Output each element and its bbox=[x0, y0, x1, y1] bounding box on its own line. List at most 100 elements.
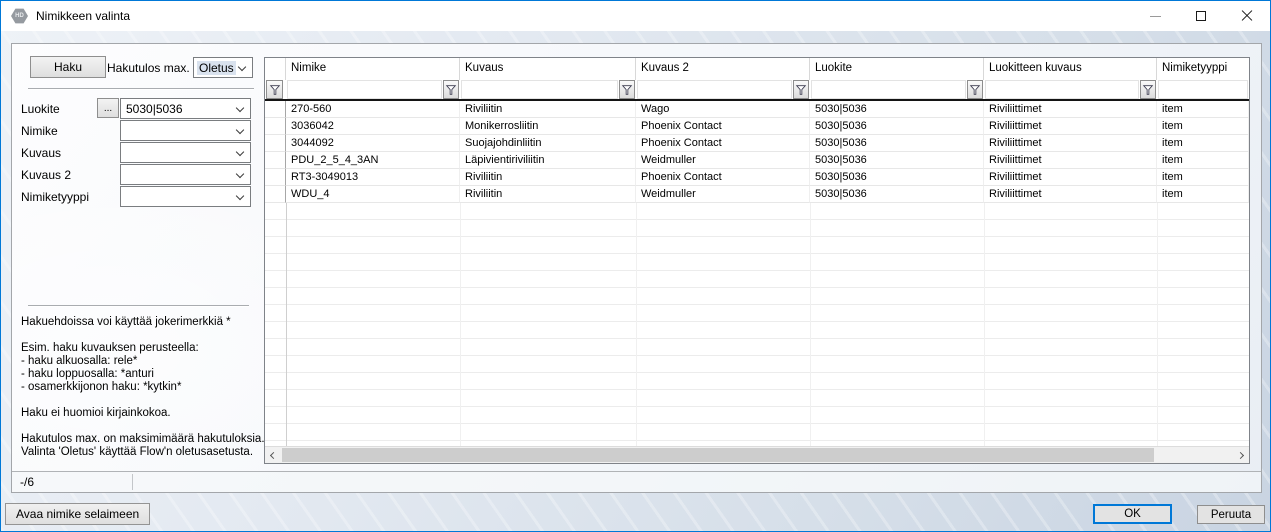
luokite-value: 5030|5036 bbox=[124, 102, 185, 116]
hakutulos-max-value: Oletus bbox=[197, 61, 236, 75]
haku-button[interactable]: Haku bbox=[30, 56, 106, 78]
maximize-button[interactable] bbox=[1178, 1, 1224, 31]
chevron-down-icon bbox=[236, 126, 244, 134]
filter-funnel-button[interactable] bbox=[266, 80, 283, 99]
table-row[interactable]: WDU_4 Riviliitin Weidmuller 5030|5036 Ri… bbox=[265, 186, 1249, 203]
help-line bbox=[21, 329, 261, 342]
row-indicator-header bbox=[265, 58, 286, 80]
table-row[interactable]: 3044092 Suojajohdinliitin Phoenix Contac… bbox=[265, 135, 1249, 152]
filter-cell-indicator bbox=[265, 80, 286, 99]
cell-nimiketyyppi: item bbox=[1157, 101, 1249, 118]
filter-input-nimiketyyppi[interactable] bbox=[1158, 80, 1248, 99]
column-header-kuvaus[interactable]: Kuvaus bbox=[460, 58, 636, 80]
kuvaus-select[interactable] bbox=[120, 142, 251, 163]
help-line: Esim. haku kuvauksen perusteella: bbox=[21, 342, 261, 355]
chevron-down-icon bbox=[236, 148, 244, 156]
table-row[interactable]: RT3-3049013 Riviliitin Phoenix Contact 5… bbox=[265, 169, 1249, 186]
minimize-icon bbox=[1150, 16, 1161, 17]
funnel-icon bbox=[1142, 84, 1154, 96]
filter-cell-nimiketyyppi bbox=[1157, 80, 1249, 99]
chevron-right-icon bbox=[1237, 451, 1244, 458]
nimiketyyppi-label: Nimiketyyppi bbox=[21, 190, 89, 204]
cell-nimike: 3036042 bbox=[286, 118, 460, 135]
cell-luokite: 5030|5036 bbox=[810, 101, 984, 118]
column-header-kuvaus2[interactable]: Kuvaus 2 bbox=[636, 58, 810, 80]
chevron-down-icon bbox=[238, 63, 246, 71]
help-line: - haku loppuosalla: *anturi bbox=[21, 368, 261, 381]
cell-luokite: 5030|5036 bbox=[810, 169, 984, 186]
filter-cell-nimike bbox=[286, 80, 460, 99]
filter-cell-kuvaus2 bbox=[636, 80, 810, 99]
cell-luokitteen-kuvaus: Riviliittimet bbox=[984, 135, 1157, 152]
cell-kuvaus: Monikerrosliitin bbox=[460, 118, 636, 135]
column-header-nimiketyyppi[interactable]: Nimiketyyppi bbox=[1157, 58, 1249, 80]
results-grid: Nimike Kuvaus Kuvaus 2 Luokite Luokittee… bbox=[264, 57, 1250, 464]
chevron-down-icon bbox=[236, 170, 244, 178]
cell-nimiketyyppi: item bbox=[1157, 186, 1249, 203]
filter-funnel-button[interactable] bbox=[443, 80, 459, 99]
column-header-luokitteen-kuvaus[interactable]: Luokitteen kuvaus bbox=[984, 58, 1157, 80]
filter-funnel-button[interactable] bbox=[967, 80, 983, 99]
table-row[interactable]: 270-560 Riviliitin Wago 5030|5036 Rivili… bbox=[265, 101, 1249, 118]
cancel-button[interactable]: Peruuta bbox=[1197, 505, 1265, 524]
grid-filter-row bbox=[265, 80, 1249, 101]
horizontal-scrollbar[interactable] bbox=[265, 446, 1249, 463]
scrollbar-thumb[interactable] bbox=[282, 448, 1154, 462]
luokite-browse-button[interactable]: ... bbox=[97, 98, 119, 118]
filter-input-luokitteen-kuvaus[interactable] bbox=[985, 80, 1139, 99]
row-indicator bbox=[265, 135, 286, 152]
minimize-button[interactable] bbox=[1132, 1, 1178, 31]
help-text: Hakuehdoissa voi käyttää jokerimerkkiä *… bbox=[21, 316, 261, 459]
scroll-right-button[interactable] bbox=[1232, 447, 1249, 463]
cell-kuvaus2: Phoenix Contact bbox=[636, 135, 810, 152]
help-line: Valinta 'Oletus' käyttää Flow'n oletusas… bbox=[21, 446, 261, 459]
table-row[interactable]: 3036042 Monikerrosliitin Phoenix Contact… bbox=[265, 118, 1249, 135]
close-button[interactable] bbox=[1224, 1, 1270, 31]
filter-input-luokite[interactable] bbox=[811, 80, 966, 99]
separator bbox=[28, 88, 254, 89]
open-item-in-browser-button[interactable]: Avaa nimike selaimeen bbox=[5, 503, 150, 525]
maximize-icon bbox=[1196, 11, 1206, 21]
chevron-left-icon bbox=[270, 451, 277, 458]
luokite-select[interactable]: 5030|5036 bbox=[120, 98, 251, 119]
funnel-icon bbox=[795, 84, 807, 96]
table-row[interactable]: PDU_2_5_4_3AN Läpivientiriviliitin Weidm… bbox=[265, 152, 1249, 169]
result-counter: -/6 bbox=[20, 475, 34, 489]
chevron-down-icon bbox=[236, 192, 244, 200]
filter-cell-luokitteen-kuvaus bbox=[984, 80, 1157, 99]
nimiketyyppi-select[interactable] bbox=[120, 186, 251, 207]
cell-nimike: RT3-3049013 bbox=[286, 169, 460, 186]
nimike-label: Nimike bbox=[21, 124, 58, 138]
cell-kuvaus: Läpivientiriviliitin bbox=[460, 152, 636, 169]
filter-input-kuvaus[interactable] bbox=[461, 80, 618, 99]
cell-luokite: 5030|5036 bbox=[810, 186, 984, 203]
cell-nimike: PDU_2_5_4_3AN bbox=[286, 152, 460, 169]
hakutulos-max-select[interactable]: Oletus bbox=[193, 57, 253, 78]
scroll-left-button[interactable] bbox=[265, 447, 282, 463]
filter-funnel-button[interactable] bbox=[1140, 80, 1156, 99]
cell-kuvaus: Riviliitin bbox=[460, 186, 636, 203]
cell-nimike: 270-560 bbox=[286, 101, 460, 118]
column-header-nimike[interactable]: Nimike bbox=[286, 58, 460, 80]
kuvaus-label: Kuvaus bbox=[21, 146, 61, 160]
cell-luokite: 5030|5036 bbox=[810, 152, 984, 169]
status-divider bbox=[132, 474, 133, 490]
cell-luokitteen-kuvaus: Riviliittimet bbox=[984, 169, 1157, 186]
filter-input-kuvaus2[interactable] bbox=[637, 80, 792, 99]
funnel-icon bbox=[445, 84, 457, 96]
filter-funnel-button[interactable] bbox=[619, 80, 635, 99]
filter-input-nimike[interactable] bbox=[287, 80, 442, 99]
help-line: - haku alkuosalla: rele* bbox=[21, 355, 261, 368]
nimike-select[interactable] bbox=[120, 120, 251, 141]
hakutulos-max-label: Hakutulos max. bbox=[107, 61, 190, 75]
cell-kuvaus: Riviliitin bbox=[460, 169, 636, 186]
column-header-luokite[interactable]: Luokite bbox=[810, 58, 984, 80]
status-bar: -/6 bbox=[12, 471, 1261, 492]
cell-kuvaus2: Weidmuller bbox=[636, 152, 810, 169]
filter-funnel-button[interactable] bbox=[793, 80, 809, 99]
help-line bbox=[21, 420, 261, 433]
ok-button[interactable]: OK bbox=[1093, 504, 1172, 524]
cell-luokitteen-kuvaus: Riviliittimet bbox=[984, 118, 1157, 135]
kuvaus2-select[interactable] bbox=[120, 164, 251, 185]
cell-nimiketyyppi: item bbox=[1157, 169, 1249, 186]
